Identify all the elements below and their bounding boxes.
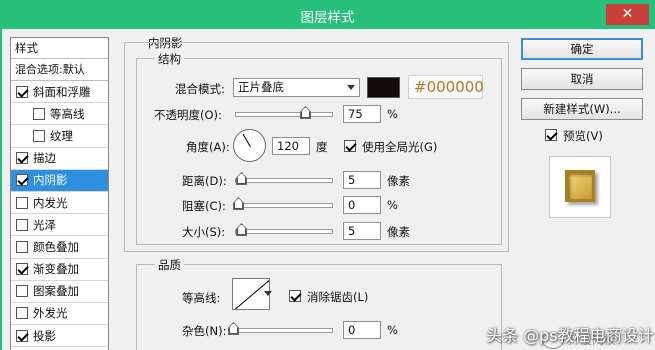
style-item-label: 斜面和浮雕 xyxy=(33,84,91,99)
style-item-checkbox[interactable] xyxy=(16,218,28,231)
style-item-label: 光泽 xyxy=(33,217,56,232)
style-item-checkbox[interactable] xyxy=(16,240,28,253)
distance-slider[interactable] xyxy=(235,172,333,185)
blend-options-item[interactable]: 混合选项:默认 xyxy=(11,59,108,81)
blend-mode-dropdown[interactable]: 正片叠底 xyxy=(233,78,360,97)
global-light-label: 使用全局光(G) xyxy=(362,140,438,154)
size-label: 大小(S): xyxy=(182,225,226,239)
contour-label: 等高线: xyxy=(182,291,221,305)
noise-unit: % xyxy=(387,323,398,337)
chevron-down-icon xyxy=(347,85,355,90)
style-item[interactable]: 描边 xyxy=(11,148,108,170)
cancel-button[interactable]: 取消 xyxy=(521,68,643,90)
window-title: 图层样式 xyxy=(300,10,355,26)
style-item[interactable]: 内阴影 xyxy=(11,169,108,192)
choke-slider[interactable] xyxy=(233,197,333,210)
style-item-checkbox[interactable] xyxy=(16,85,28,98)
style-item[interactable]: 颜色叠加 xyxy=(11,236,108,259)
style-item-label: 等高线 xyxy=(50,106,85,121)
size-input[interactable]: 5 xyxy=(343,222,381,240)
angle-input[interactable]: 120 xyxy=(272,137,310,155)
quality-title: 品质 xyxy=(155,257,184,273)
close-button[interactable]: ✕ xyxy=(606,4,649,25)
style-item[interactable]: 投影 xyxy=(11,325,108,348)
opacity-input[interactable]: 75 xyxy=(343,105,381,123)
angle-label: 角度(A): xyxy=(186,140,230,154)
anti-alias-checkbox[interactable] xyxy=(289,290,301,302)
style-item[interactable]: 光泽 xyxy=(11,214,108,237)
style-item-label: 渐变叠加 xyxy=(33,262,79,277)
style-item[interactable]: 等高线 xyxy=(11,103,108,126)
new-style-button[interactable]: 新建样式(W)... xyxy=(521,98,643,120)
angle-dial[interactable] xyxy=(233,129,266,162)
style-item-checkbox[interactable] xyxy=(16,152,28,165)
noise-input[interactable]: 0 xyxy=(343,321,381,339)
style-item-label: 纹理 xyxy=(50,128,73,143)
title-bar: 图层样式 ✕ xyxy=(0,0,655,29)
size-slider[interactable] xyxy=(235,223,333,236)
opacity-slider[interactable] xyxy=(235,106,333,119)
choke-input[interactable]: 0 xyxy=(343,196,381,214)
style-item-label: 颜色叠加 xyxy=(33,239,79,254)
style-item[interactable]: 外发光 xyxy=(11,303,108,326)
style-item-label: 内发光 xyxy=(33,195,68,210)
ok-button[interactable]: 确定 xyxy=(521,38,643,60)
style-item[interactable]: 斜面和浮雕 xyxy=(11,81,108,104)
watermark-text: 头条 @ps教程电商设计 xyxy=(486,326,654,345)
style-item-checkbox[interactable] xyxy=(16,263,28,276)
style-item-label: 图案叠加 xyxy=(33,284,79,299)
styles-header[interactable]: 样式 xyxy=(11,38,108,59)
distance-input[interactable]: 5 xyxy=(343,171,381,189)
preview-checkbox[interactable] xyxy=(545,129,557,141)
choke-unit: % xyxy=(387,198,398,212)
styles-list: 样式 混合选项:默认 斜面和浮雕等高线纹理描边内阴影内发光光泽颜色叠加渐变叠加图… xyxy=(10,37,109,350)
noise-label: 杂色(N): xyxy=(182,324,227,338)
style-item-checkbox[interactable] xyxy=(16,174,28,187)
style-item-checkbox[interactable] xyxy=(16,285,28,298)
distance-label: 距离(D): xyxy=(182,174,227,188)
global-light-checkbox[interactable] xyxy=(344,140,356,152)
style-item-checkbox[interactable] xyxy=(16,196,28,209)
choke-label: 阻塞(C): xyxy=(182,199,226,213)
style-item-checkbox[interactable] xyxy=(33,129,45,142)
preview-label: 预览(V) xyxy=(563,129,603,143)
angle-unit: 度 xyxy=(316,140,328,154)
style-item-label: 外发光 xyxy=(33,306,68,321)
style-preview-thumbnail xyxy=(549,156,611,218)
style-item-label: 投影 xyxy=(33,328,56,343)
dialog-body: 样式 混合选项:默认 斜面和浮雕等高线纹理描边内阴影内发光光泽颜色叠加渐变叠加图… xyxy=(0,29,655,350)
style-item[interactable]: 渐变叠加 xyxy=(11,259,108,281)
anti-alias-label: 消除锯齿(L) xyxy=(307,290,369,304)
style-item-label: 描边 xyxy=(33,151,56,166)
opacity-label: 不透明度(O): xyxy=(154,108,222,122)
color-hex-label: #000000 xyxy=(408,75,484,99)
shadow-color-swatch[interactable] xyxy=(367,77,400,98)
style-item-label: 内阴影 xyxy=(33,173,68,188)
distance-unit: 像素 xyxy=(387,174,410,188)
style-item[interactable]: 图案叠加 xyxy=(11,281,108,303)
blend-mode-label: 混合模式: xyxy=(175,82,225,96)
style-item-checkbox[interactable] xyxy=(33,107,45,120)
structure-title: 结构 xyxy=(155,51,184,67)
noise-slider[interactable] xyxy=(228,322,333,335)
opacity-unit: % xyxy=(387,107,398,121)
blend-mode-value: 正片叠底 xyxy=(238,80,284,94)
contour-chevron-down-icon[interactable] xyxy=(264,291,272,296)
style-item-checkbox[interactable] xyxy=(16,329,28,342)
style-item-checkbox[interactable] xyxy=(16,307,28,320)
style-item[interactable]: 内发光 xyxy=(11,192,108,215)
style-item[interactable]: 纹理 xyxy=(11,125,108,148)
size-unit: 像素 xyxy=(387,225,410,239)
